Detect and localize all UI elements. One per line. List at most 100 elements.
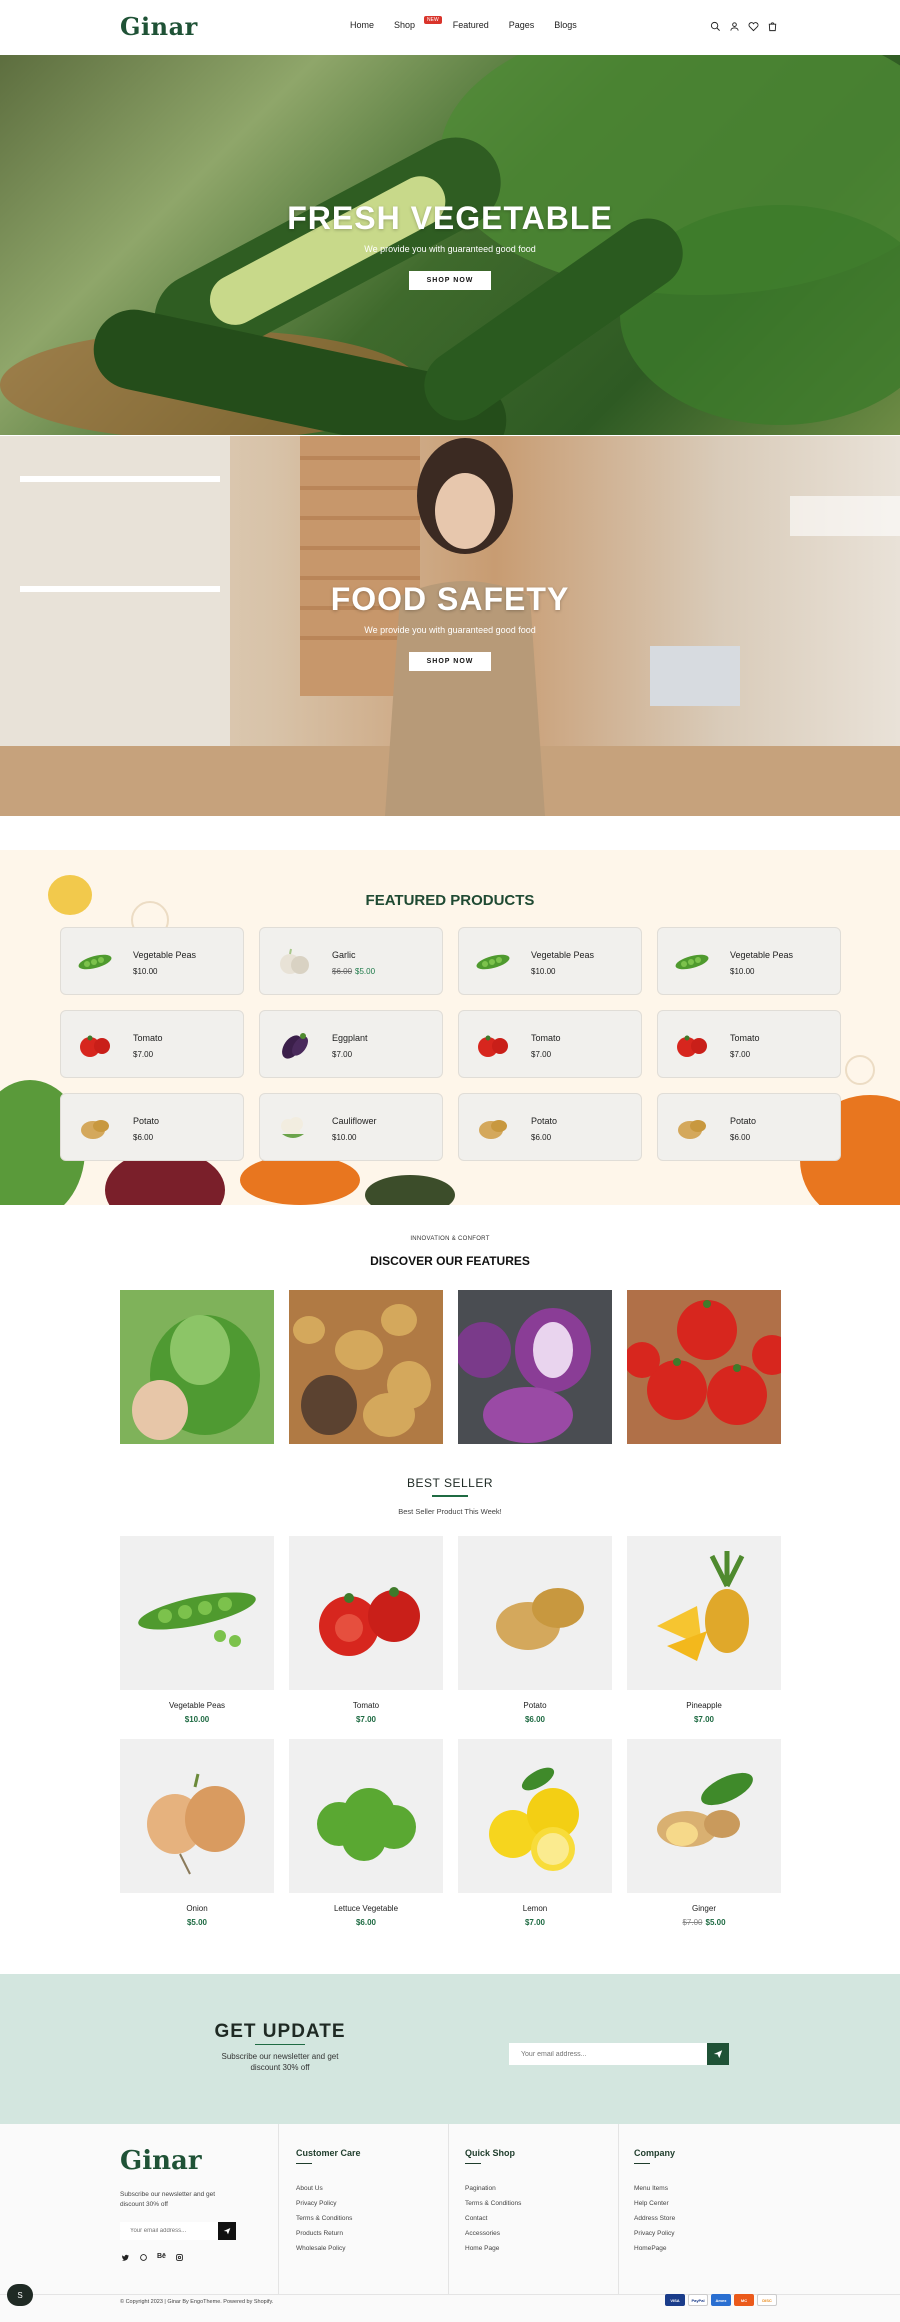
product-name[interactable]: Ginger bbox=[627, 1904, 781, 1913]
newsletter-email-input[interactable] bbox=[509, 2043, 729, 2065]
featured-product-card[interactable]: Tomato $7.00 bbox=[458, 1010, 642, 1078]
nav-shop-label: Shop bbox=[394, 20, 416, 30]
best-seller-card[interactable] bbox=[289, 1739, 443, 1893]
product-name[interactable]: Potato bbox=[458, 1701, 612, 1710]
footer-submit-button[interactable] bbox=[218, 2222, 236, 2240]
product-price: $6.00 bbox=[531, 1133, 552, 1142]
best-seller-card[interactable] bbox=[120, 1536, 274, 1690]
product-name: Vegetable Peas bbox=[730, 950, 794, 960]
best-seller-card[interactable] bbox=[458, 1739, 612, 1893]
newsletter-submit-button[interactable] bbox=[707, 2043, 729, 2065]
main-nav: Home Shop NEW Featured Pages Blogs bbox=[350, 16, 577, 30]
search-icon[interactable] bbox=[710, 21, 721, 32]
featured-product-card[interactable]: Potato $6.00 bbox=[657, 1093, 841, 1161]
twitter-icon[interactable] bbox=[122, 2254, 129, 2261]
footer-link[interactable]: Menu Items bbox=[634, 2185, 668, 2192]
footer-link[interactable]: Products Return bbox=[296, 2230, 343, 2237]
logo[interactable]: Ginar bbox=[120, 12, 198, 41]
footer-link[interactable]: Privacy Policy bbox=[634, 2230, 674, 2237]
product-name[interactable]: Vegetable Peas bbox=[120, 1701, 274, 1710]
footer-link[interactable]: Address Store bbox=[634, 2215, 675, 2222]
product-image-tomato bbox=[319, 1587, 420, 1656]
potato-icon bbox=[475, 1114, 511, 1142]
hero-subtitle: We provide you with guaranteed good food bbox=[364, 244, 536, 254]
old-price: $6.00 bbox=[332, 967, 353, 976]
instagram-icon[interactable] bbox=[176, 2254, 183, 2261]
product-price: $7.00 bbox=[693, 1715, 715, 1724]
tomato-icon bbox=[77, 1031, 113, 1059]
footer-column-title: Company bbox=[634, 2148, 676, 2158]
footer-logo[interactable]: Ginar bbox=[120, 2146, 202, 2176]
divider bbox=[618, 2124, 619, 2294]
shopify-badge-icon[interactable]: S bbox=[7, 2284, 33, 2306]
footer-link[interactable]: Pagination bbox=[465, 2185, 496, 2192]
feature-image-potatoes[interactable] bbox=[289, 1290, 443, 1444]
best-seller-card[interactable] bbox=[458, 1536, 612, 1690]
nav-pages[interactable]: Pages bbox=[509, 20, 535, 30]
pinterest-icon[interactable] bbox=[140, 2254, 147, 2261]
footer-link[interactable]: Privacy Policy bbox=[296, 2200, 336, 2207]
feature-image-cabbage[interactable] bbox=[458, 1290, 612, 1444]
newsletter-text-2: discount 30% off bbox=[250, 2063, 310, 2072]
best-seller-card[interactable] bbox=[120, 1739, 274, 1893]
peas-icon bbox=[77, 948, 113, 976]
product-name[interactable]: Onion bbox=[120, 1904, 274, 1913]
product-price: $6.00 $5.00 bbox=[332, 967, 375, 976]
best-seller-card[interactable] bbox=[289, 1536, 443, 1690]
featured-product-card[interactable]: Vegetable Peas $10.00 bbox=[657, 927, 841, 995]
tomato-icon bbox=[674, 1031, 710, 1059]
footer-text-2: discount 30% off bbox=[120, 2201, 168, 2208]
divider bbox=[448, 2124, 449, 2294]
nav-featured[interactable]: Featured bbox=[453, 20, 489, 30]
featured-product-card[interactable]: Potato $6.00 bbox=[458, 1093, 642, 1161]
cart-icon[interactable] bbox=[767, 21, 778, 32]
peas-icon bbox=[674, 948, 710, 976]
section-subtitle: Best Seller Product This Week! bbox=[398, 1507, 502, 1516]
product-image-potato bbox=[496, 1588, 584, 1650]
product-name[interactable]: Pineapple bbox=[627, 1701, 781, 1710]
featured-product-card[interactable]: Vegetable Peas $10.00 bbox=[458, 927, 642, 995]
user-icon[interactable] bbox=[729, 21, 740, 32]
featured-product-card[interactable]: Garlic $6.00 $5.00 bbox=[259, 927, 443, 995]
product-price: $7.00 bbox=[133, 1050, 154, 1059]
feature-image-lettuce[interactable] bbox=[120, 1290, 274, 1444]
product-price: $7.00 $5.00 bbox=[682, 1918, 726, 1927]
footer-link[interactable]: Terms & Conditions bbox=[296, 2215, 352, 2222]
heart-icon[interactable] bbox=[748, 21, 759, 32]
featured-product-card[interactable]: Potato $6.00 bbox=[60, 1093, 244, 1161]
footer-link[interactable]: HomePage bbox=[634, 2245, 667, 2252]
product-name: Potato bbox=[531, 1116, 558, 1126]
nav-blogs[interactable]: Blogs bbox=[554, 20, 577, 30]
footer-text-1: Subscribe our newsletter and get bbox=[120, 2191, 216, 2198]
best-seller-card[interactable] bbox=[627, 1536, 781, 1690]
feature-image-tomatoes[interactable] bbox=[627, 1290, 781, 1444]
featured-product-card[interactable]: Cauliflower $10.00 bbox=[259, 1093, 443, 1161]
shop-now-button[interactable]: SHOP NOW bbox=[409, 271, 491, 290]
featured-product-card[interactable]: Eggplant $7.00 bbox=[259, 1010, 443, 1078]
shop-now-button[interactable]: SHOP NOW bbox=[409, 652, 491, 671]
product-name[interactable]: Lettuce Vegetable bbox=[289, 1904, 443, 1913]
featured-product-card[interactable]: Vegetable Peas $10.00 bbox=[60, 927, 244, 995]
footer-link[interactable]: Terms & Conditions bbox=[465, 2200, 521, 2207]
footer-link[interactable]: About Us bbox=[296, 2185, 323, 2192]
newsletter-title: GET UPDATE bbox=[214, 2021, 346, 2042]
nav-home[interactable]: Home bbox=[350, 20, 374, 30]
best-seller-card[interactable] bbox=[627, 1739, 781, 1893]
featured-product-card[interactable]: Tomato $7.00 bbox=[657, 1010, 841, 1078]
nav-shop[interactable]: Shop NEW bbox=[394, 16, 442, 30]
product-image-lemon bbox=[489, 1767, 579, 1871]
footer-link[interactable]: Accessories bbox=[465, 2230, 500, 2237]
product-price: $7.00 bbox=[531, 1050, 552, 1059]
header-icons bbox=[710, 21, 778, 32]
featured-product-card[interactable]: Tomato $7.00 bbox=[60, 1010, 244, 1078]
footer-link[interactable]: Wholesale Policy bbox=[296, 2245, 346, 2252]
product-name[interactable]: Tomato bbox=[289, 1701, 443, 1710]
behance-icon[interactable]: Bē bbox=[157, 2253, 166, 2260]
footer-link[interactable]: Home Page bbox=[465, 2245, 499, 2252]
hero-subtitle: We provide you with guaranteed good food bbox=[364, 625, 536, 635]
product-price: $10.00 bbox=[184, 1715, 210, 1724]
footer-link[interactable]: Contact bbox=[465, 2215, 487, 2222]
product-name[interactable]: Lemon bbox=[458, 1904, 612, 1913]
product-price: $7.00 bbox=[355, 1715, 377, 1724]
footer-link[interactable]: Help Center bbox=[634, 2200, 669, 2207]
